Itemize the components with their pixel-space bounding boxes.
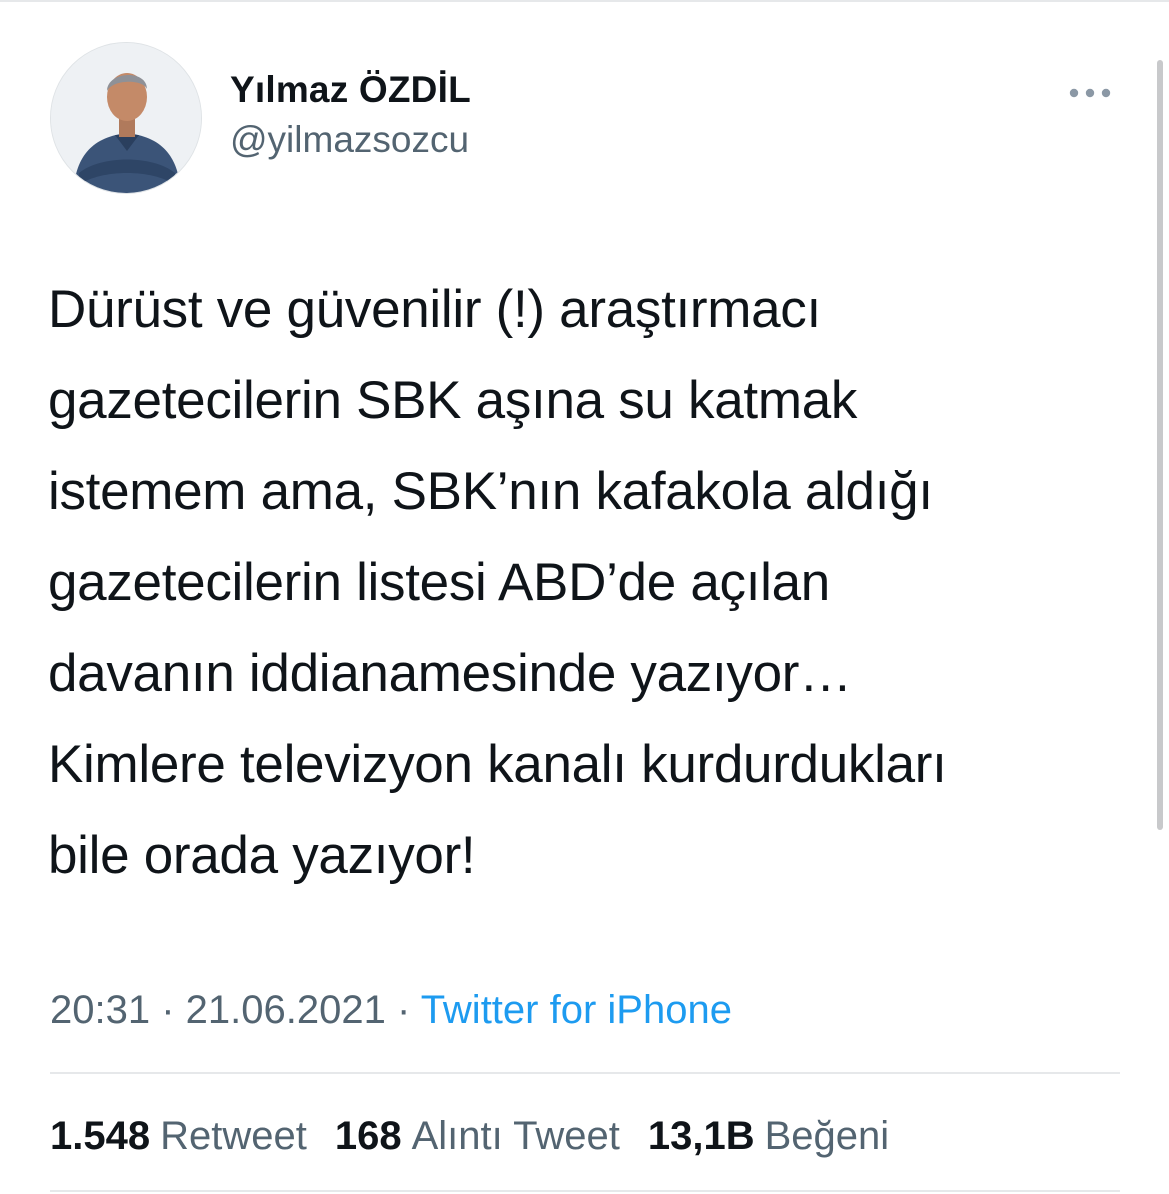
avatar[interactable] xyxy=(50,42,202,194)
quote-tweet-count: 168 xyxy=(334,1114,402,1158)
tweet-text-line: davanın iddianamesinde yazıyor… xyxy=(48,644,852,703)
retweet-label: Retweet xyxy=(160,1114,307,1158)
like-stat[interactable]: 13,1B Beğeni xyxy=(648,1112,889,1160)
tweet-text-line: istemem ama, SBK’nın kafakola aldığı xyxy=(48,462,933,521)
quote-tweet-stat[interactable]: 168 Alıntı Tweet xyxy=(335,1112,620,1160)
like-count: 13,1B xyxy=(647,1114,755,1158)
tweet-text: Dürüst ve güvenilir (!) araştırmacı gaze… xyxy=(48,264,1138,901)
retweet-stat[interactable]: 1.548 Retweet xyxy=(50,1112,307,1160)
meta-separator: · xyxy=(150,988,186,1032)
tweet-source-link[interactable]: Twitter for iPhone xyxy=(421,988,732,1032)
tweet-date[interactable]: 21.06.2021 xyxy=(186,988,386,1032)
tweet-header: Yılmaz ÖZDİL @yilmazsozcu xyxy=(50,42,1130,194)
divider xyxy=(50,1190,1120,1192)
meta-separator: · xyxy=(385,988,421,1032)
quote-tweet-label: Alıntı Tweet xyxy=(411,1114,620,1158)
more-horizontal-icon xyxy=(1069,88,1111,98)
avatar-photo-icon xyxy=(51,43,201,193)
tweet-text-line: gazetecilerin listesi ABD’de açılan xyxy=(48,553,830,612)
retweet-count: 1.548 xyxy=(50,1114,151,1158)
display-name[interactable]: Yılmaz ÖZDİL xyxy=(230,68,471,112)
divider xyxy=(50,1072,1120,1074)
scrollbar[interactable] xyxy=(1157,60,1163,830)
tweet-text-line: bile orada yazıyor! xyxy=(48,826,476,885)
more-options-button[interactable] xyxy=(1060,78,1120,108)
tweet-time[interactable]: 20:31 xyxy=(50,988,150,1032)
like-label: Beğeni xyxy=(764,1114,890,1158)
tweet-text-line: gazetecilerin SBK aşına su katmak xyxy=(48,371,858,430)
user-names: Yılmaz ÖZDİL @yilmazsozcu xyxy=(230,68,471,162)
top-edge-rule xyxy=(0,0,1169,2)
tweet-text-line: Dürüst ve güvenilir (!) araştırmacı xyxy=(48,280,821,339)
user-handle[interactable]: @yilmazsozcu xyxy=(230,118,471,162)
tweet-meta: 20:31 · 21.06.2021 · Twitter for iPhone xyxy=(50,986,732,1034)
tweet-stats: 1.548 Retweet 168 Alıntı Tweet 13,1B Beğeni xyxy=(50,1112,889,1160)
tweet-text-line: Kimlere televizyon kanalı kurdurdukları xyxy=(48,735,947,794)
